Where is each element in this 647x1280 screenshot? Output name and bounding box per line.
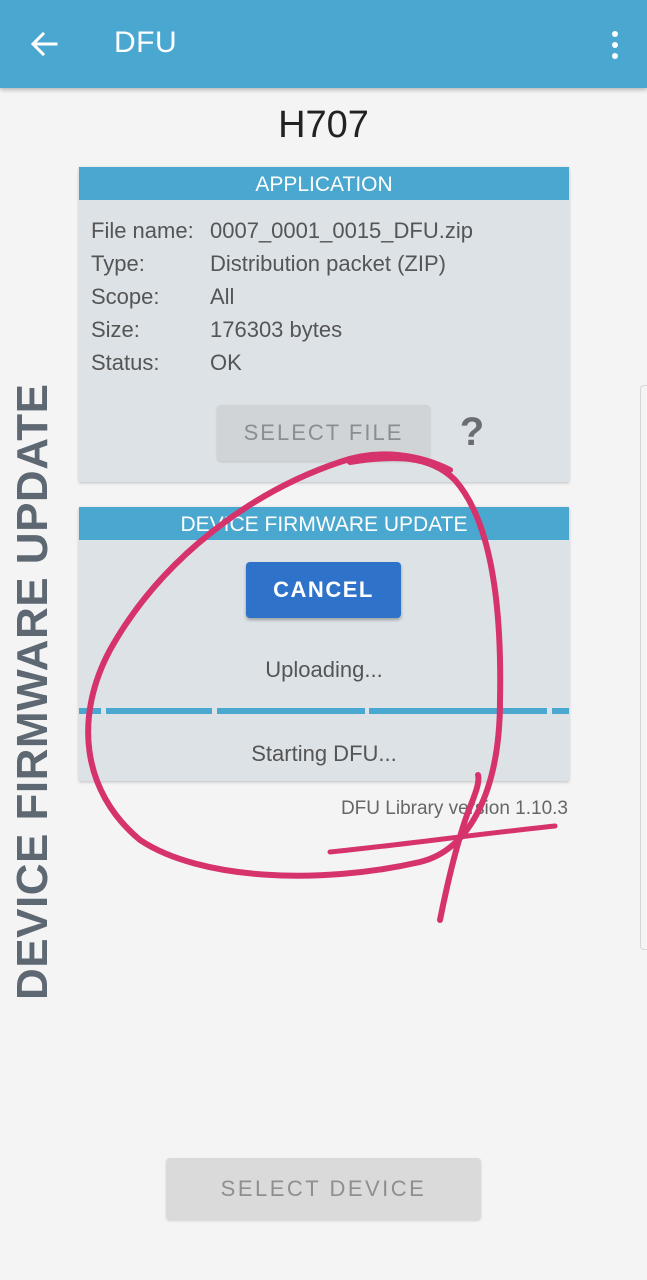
info-row-scope: Scope: All xyxy=(91,280,473,313)
cancel-button[interactable]: CANCEL xyxy=(246,562,401,618)
progress-bar-indeterminate xyxy=(79,708,569,714)
select-device-button[interactable]: SELECT DEVICE xyxy=(166,1158,481,1220)
info-row-file-name: File name: 0007_0001_0015_DFU.zip xyxy=(91,214,473,247)
info-label: Type: xyxy=(91,250,145,276)
select-file-button[interactable]: SELECT FILE xyxy=(217,405,430,461)
info-value: Distribution packet (ZIP) xyxy=(210,250,446,276)
library-version: DFU Library version 1.10.3 xyxy=(340,798,568,819)
info-label: Status: xyxy=(91,349,160,375)
dfu-card: DEVICE FIRMWARE UPDATE CANCEL Uploading.… xyxy=(79,507,569,781)
info-label: File name: xyxy=(91,217,194,243)
help-icon[interactable]: ? xyxy=(457,409,487,455)
info-label: Scope: xyxy=(91,283,160,309)
back-button[interactable] xyxy=(22,24,66,64)
application-card: APPLICATION File name: 0007_0001_0015_DF… xyxy=(79,167,569,482)
info-row-size: Size: 176303 bytes xyxy=(91,313,473,346)
info-value: All xyxy=(210,283,235,309)
info-row-type: Type: Distribution packet (ZIP) xyxy=(91,247,473,280)
side-title: DEVICE FIRMWARE UPDATE xyxy=(8,383,57,1000)
arrow-left-icon xyxy=(30,31,58,57)
more-vertical-icon xyxy=(612,31,618,37)
device-name: H707 xyxy=(278,104,369,146)
app-bar: DFU xyxy=(0,0,647,88)
info-row-status: Status: OK xyxy=(91,346,473,379)
file-info: File name: 0007_0001_0015_DFU.zip Type: … xyxy=(91,214,473,379)
info-value: 176303 bytes xyxy=(210,316,343,342)
info-label: Size: xyxy=(91,316,140,342)
info-value: OK xyxy=(210,349,242,375)
more-options-button[interactable] xyxy=(601,24,629,66)
application-header: APPLICATION xyxy=(79,167,569,200)
dfu-header: DEVICE FIRMWARE UPDATE xyxy=(79,507,569,540)
dfu-status-text: Starting DFU... xyxy=(251,741,397,766)
info-value: 0007_0001_0015_DFU.zip xyxy=(210,217,473,243)
app-title: DFU xyxy=(114,26,178,59)
upload-status-text: Uploading... xyxy=(265,657,383,682)
scroll-edge-handle xyxy=(640,385,647,950)
